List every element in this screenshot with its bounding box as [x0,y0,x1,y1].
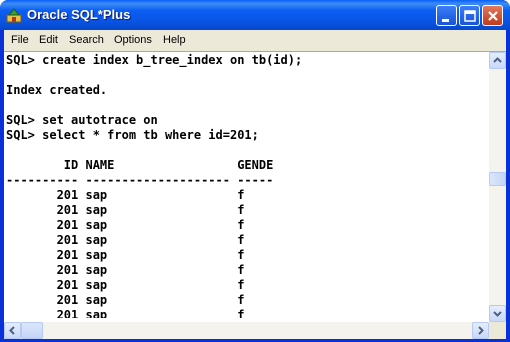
menu-options[interactable]: Options [114,34,152,46]
table-row: 201 sap f [6,263,245,277]
table-row: 201 sap f [6,248,245,262]
console-line: Index created. [6,83,108,97]
console-area[interactable]: SQL> create index b_tree_index on tb(id)… [4,51,506,339]
column-headers: ID NAME GENDE [6,158,274,172]
vertical-scrollbar[interactable] [489,52,506,322]
arrow-right-icon [478,326,484,335]
table-row: 201 sap f [6,188,245,202]
menu-help[interactable]: Help [163,34,186,46]
scroll-left-button[interactable] [4,322,21,339]
title-bar[interactable]: Oracle SQL*Plus [0,0,510,30]
menu-search[interactable]: Search [69,34,104,46]
menu-file[interactable]: File [11,34,29,46]
table-row: 201 sap f [6,233,245,247]
horizontal-scroll-thumb[interactable] [21,322,43,339]
window-title: Oracle SQL*Plus [27,7,131,22]
console-line: SQL> create index b_tree_index on tb(id)… [6,53,303,67]
scrollbar-corner [489,322,506,339]
arrow-up-icon [493,57,502,63]
menu-edit[interactable]: Edit [39,34,58,46]
sqlplus-window: Oracle SQL*Plus File Edit Search Options [0,0,510,342]
maximize-icon [464,10,476,22]
table-row: 201 sap f [6,218,245,232]
table-row: 201 sap f [6,308,245,318]
table-row: 201 sap f [6,278,245,292]
console-output[interactable]: SQL> create index b_tree_index on tb(id)… [6,53,490,318]
arrow-down-icon [493,311,502,317]
column-underline: ---------- -------------------- ----- [6,173,274,187]
menu-bar: File Edit Search Options Help [4,30,506,51]
horizontal-scrollbar[interactable] [4,322,489,339]
table-row: 201 sap f [6,293,245,307]
table-row: 201 sap f [6,203,245,217]
window-frame: File Edit Search Options Help SQL> creat… [4,30,506,339]
maximize-button[interactable] [459,5,480,26]
vertical-scroll-thumb[interactable] [489,172,506,186]
arrow-left-icon [9,326,15,335]
console-line: SQL> set autotrace on [6,113,158,127]
minimize-icon [442,19,449,22]
scroll-up-button[interactable] [489,52,506,69]
scroll-down-button[interactable] [489,305,506,322]
minimize-button[interactable] [436,5,457,26]
scroll-right-button[interactable] [472,322,489,339]
oracle-sqlplus-icon[interactable] [6,7,22,23]
close-button[interactable] [482,5,503,26]
close-icon [488,11,498,21]
console-line: SQL> select * from tb where id=201; [6,128,259,142]
